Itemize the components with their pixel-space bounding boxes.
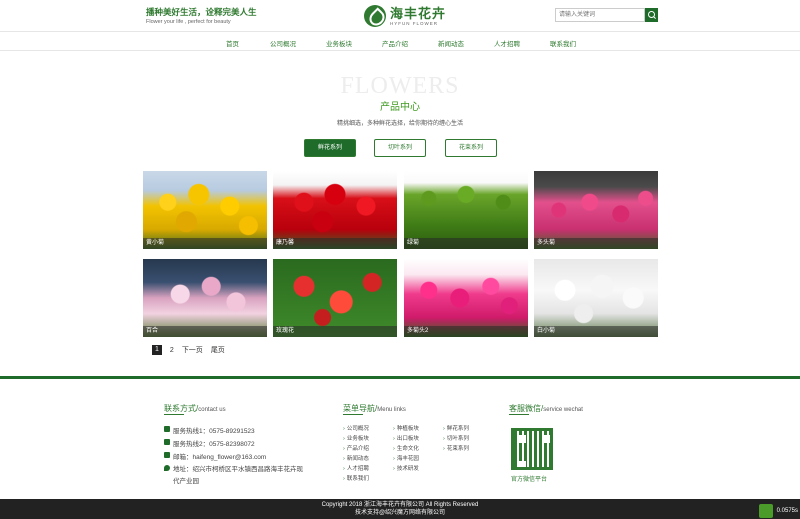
- mail-icon: [164, 452, 170, 458]
- footer-link[interactable]: 海丰花园: [393, 454, 419, 462]
- product-name: 黄小菊: [143, 238, 267, 249]
- footer-link[interactable]: 业务板块: [343, 434, 369, 442]
- footer-link[interactable]: 花束系列: [443, 444, 469, 452]
- phone-icon: [164, 426, 170, 432]
- nav-item-business[interactable]: 业务板块: [326, 38, 352, 48]
- page-current: 1: [152, 345, 162, 355]
- nav-item-home[interactable]: 首页: [226, 38, 239, 48]
- section-subtitle: 精挑细选，多种鲜花选择，给你期待的缠心生活: [336, 121, 463, 127]
- menu-heading: 菜单导航/Menu links: [343, 404, 406, 413]
- address: 地址：绍兴市柯桥区平水镇西昌路海丰花卉现代产业园: [164, 464, 304, 488]
- wechat-heading: 客服微信/service wechat: [509, 404, 583, 413]
- product-card[interactable]: 多头菊: [534, 171, 658, 249]
- phone-icon: [164, 439, 170, 445]
- footer-link[interactable]: 技术研发: [393, 464, 419, 472]
- footer-link[interactable]: 公司概况: [343, 424, 369, 432]
- logo-text-en: HYFUN FLOWER: [390, 20, 438, 26]
- logo[interactable]: 海丰花卉 HYFUN FLOWER: [364, 4, 446, 28]
- divider: [343, 414, 363, 415]
- last-page-link[interactable]: 尾页: [211, 345, 225, 355]
- footer-link[interactable]: 人才招聘: [343, 464, 369, 472]
- footer-link[interactable]: 出口板块: [393, 434, 419, 442]
- contact-heading: 联系方式/contact us: [164, 404, 226, 413]
- email: 邮箱：haifeng_flower@163.com: [164, 451, 266, 461]
- footer-link[interactable]: 联系我们: [343, 474, 369, 482]
- divider: [164, 414, 184, 415]
- logo-leaf-icon: [364, 5, 386, 27]
- footer-link[interactable]: 种植板块: [393, 424, 419, 432]
- nav-item-contact[interactable]: 联系我们: [550, 38, 576, 48]
- page: 播种美好生活，诠释完美人生 Flower your life , perfect…: [0, 0, 800, 519]
- hotline-1: 服务热线1：0575-89291523: [164, 425, 255, 435]
- nav-item-company[interactable]: 公司概况: [270, 38, 296, 48]
- product-card[interactable]: 绿菊: [404, 171, 528, 249]
- tab-fresh-flowers[interactable]: 鲜花系列: [304, 139, 356, 157]
- logo-text: 海丰花卉: [390, 5, 447, 21]
- slogan-en: Flower your life , perfect for beauty: [146, 19, 231, 25]
- product-card[interactable]: 康乃馨: [273, 171, 397, 249]
- product-name: 玫瑰花: [273, 326, 397, 337]
- product-name: 多菊头2: [404, 326, 528, 337]
- leaf-icon: [758, 504, 773, 518]
- wechat-caption: 官方微信平台: [511, 477, 548, 483]
- footer: 联系方式/contact us 服务热线1：0575-89291523 服务热线…: [0, 376, 800, 499]
- search-box: [555, 8, 658, 22]
- product-name: 多头菊: [534, 238, 658, 249]
- footer-link[interactable]: 鲜花系列: [443, 424, 469, 432]
- product-name: 绿菊: [404, 238, 528, 249]
- tab-bouquets[interactable]: 花束系列: [445, 139, 497, 157]
- pagination: 1 2 下一页 尾页: [152, 345, 233, 355]
- product-card[interactable]: 黄小菊: [143, 171, 267, 249]
- header: 播种美好生活，诠释完美人生 Flower your life , perfect…: [0, 0, 800, 30]
- footer-link[interactable]: 产品介绍: [343, 444, 369, 452]
- section-title: 产品中心: [380, 102, 420, 113]
- tab-cut-leaves[interactable]: 切叶系列: [374, 139, 426, 157]
- wechat-qr-code: [511, 428, 553, 470]
- search-input[interactable]: [555, 8, 645, 22]
- product-name: 百合: [143, 326, 267, 337]
- next-page-link[interactable]: 下一页: [182, 345, 203, 355]
- page-2-link[interactable]: 2: [170, 347, 174, 354]
- product-card[interactable]: 多菊头2: [404, 259, 528, 337]
- product-card[interactable]: 百合: [143, 259, 267, 337]
- tech-support-text: 技术支持@绍兴魔方网络有限公司: [354, 510, 446, 516]
- product-card[interactable]: 玫瑰花: [273, 259, 397, 337]
- copyright-bar: Copyright 2018 浙江海丰花卉有限公司 All Rights Res…: [0, 499, 800, 519]
- perf-indicator: 0.0575s: [758, 503, 800, 519]
- footer-link[interactable]: 切叶系列: [443, 434, 469, 442]
- slogan: 播种美好生活，诠释完美人生 Flower your life , perfect…: [146, 8, 257, 27]
- slogan-cn: 播种美好生活，诠释完美人生: [146, 7, 257, 17]
- footer-link[interactable]: 生命文化: [393, 444, 419, 452]
- divider: [509, 414, 529, 415]
- footer-link[interactable]: 新闻动态: [343, 454, 369, 462]
- nav-item-news[interactable]: 新闻动态: [438, 38, 464, 48]
- product-card[interactable]: 白小菊: [534, 259, 658, 337]
- section-bg-title: FLOWERS: [340, 73, 460, 99]
- location-pin-icon: [164, 465, 170, 471]
- copyright-text: Copyright 2018 浙江海丰花卉有限公司 All Rights Res…: [321, 502, 479, 508]
- product-name: 康乃馨: [273, 238, 397, 249]
- main-nav: 首页 公司概况 业务板块 产品介绍 新闻动态 人才招聘 联系我们: [0, 31, 800, 51]
- perf-time: 0.0575s: [776, 508, 798, 514]
- search-button[interactable]: [645, 8, 658, 22]
- nav-item-jobs[interactable]: 人才招聘: [494, 38, 520, 48]
- nav-item-products[interactable]: 产品介绍: [382, 38, 408, 48]
- product-name: 白小菊: [534, 326, 658, 337]
- hotline-2: 服务热线2：0575-82398072: [164, 438, 255, 448]
